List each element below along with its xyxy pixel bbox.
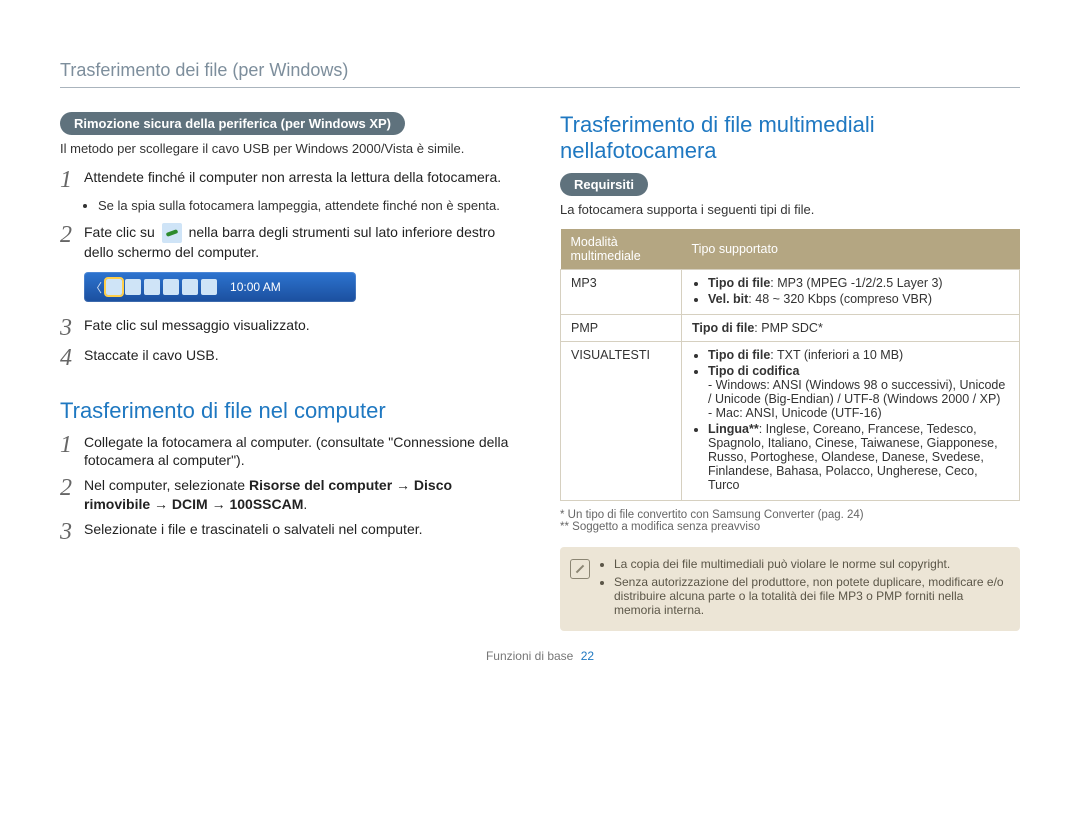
encoding-mac: - Mac: ANSI, Unicode (UTF-16) [708,406,1009,420]
step-text: Collegate la fotocamera al computer. (co… [84,433,520,471]
label: Tipo di file [708,276,770,290]
mode-cell: MP3 [561,269,682,314]
step-number: 3 [60,520,84,544]
step-2: 2 Fate clic su nella barra degli strumen… [60,223,520,262]
intro-text: La fotocamera supporta i seguenti tipi d… [560,202,1020,217]
step-number: 1 [60,168,84,192]
pc-step-2: 2 Nel computer, selezionate Risorse del … [60,476,520,514]
tray-icon [182,279,198,295]
footnote-2: ** Soggetto a modifica senza preavviso [560,521,1020,533]
label: Lingua** [708,422,759,436]
step-1-bullet: Se la spia sulla fotocamera lampeggia, a… [98,198,520,213]
pill-requirements: Requirsiti [560,173,648,196]
step-2-text-a: Fate clic su [84,224,155,240]
table-row: VISUALTESTI Tipo di file: TXT (inferiori… [561,341,1020,500]
note-bullet: Senza autorizzazione del produttore, non… [614,575,1008,617]
table-row: PMP Tipo di file: PMP SDC* [561,314,1020,341]
pc-step-3: 3 Selezionate i file e trascinateli o sa… [60,520,520,544]
step-text: Selezionate i file e trascinateli o salv… [84,520,520,539]
step-text: Fate clic su nella barra degli strumenti… [84,223,520,262]
step-1-sublist: Se la spia sulla fotocamera lampeggia, a… [84,198,520,213]
value: : PMP SDC* [754,321,823,335]
tray-icon [163,279,179,295]
note-bullet: La copia dei file multimediali può viola… [614,557,1008,571]
tray-icon [201,279,217,295]
note-box: La copia dei file multimediali può viola… [560,547,1020,631]
tray-icon [125,279,141,295]
pill-remove-device: Rimozione sicura della periferica (per W… [60,112,405,135]
value: : TXT (inferiori a 10 MB) [770,348,903,362]
pc-step-1: 1 Collegate la fotocamera al computer. (… [60,433,520,471]
header-rule [60,87,1020,88]
supported-file-types-table: Modalità multimediale Tipo supportato MP… [560,229,1020,501]
table-row: MP3 Tipo di file: MP3 (MPEG -1/2/2.5 Lay… [561,269,1020,314]
safely-remove-hardware-icon [162,223,182,243]
pc-step-2-suffix: . [303,496,307,512]
step-text: Fate clic sul messaggio visualizzato. [84,316,520,335]
page-footer: Funzioni di base 22 [60,649,1020,663]
value: : MP3 (MPEG -1/2/2.5 Layer 3) [770,276,942,290]
section-title-transfer-to-pc: Trasferimento di file nel computer [60,398,520,424]
right-column: Trasferimento di file multimediali nella… [560,112,1020,631]
tray-clock: 10:00 AM [230,280,281,294]
step-text: Staccate il cavo USB. [84,346,520,365]
step-text: Attendete finché il computer non arresta… [84,168,520,187]
label: Tipo di file [692,321,754,335]
type-cell: Tipo di file: MP3 (MPEG -1/2/2.5 Layer 3… [682,269,1020,314]
step-3: 3 Fate clic sul messaggio visualizzato. [60,316,520,340]
safely-remove-hardware-tray-icon [106,279,122,295]
step-number: 2 [60,223,84,247]
footnotes: * Un tipo di file convertito con Samsung… [560,509,1020,533]
left-column: Rimozione sicura della periferica (per W… [60,112,520,631]
step-1: 1 Attendete finché il computer non arres… [60,168,520,192]
mode-cell: PMP [561,314,682,341]
section-title-media-transfer: Trasferimento di file multimediali nella… [560,112,1020,165]
two-column-layout: Rimozione sicura della periferica (per W… [60,112,1020,631]
page-header: Trasferimento dei file (per Windows) [60,60,1020,81]
note-icon [570,559,590,579]
pc-step-2-lead: Nel computer, selezionate [84,477,249,493]
tray-expand-icon: 〈 [90,279,102,296]
table-header-type: Tipo supportato [682,229,1020,270]
label: Vel. bit [708,292,748,306]
type-cell: Tipo di file: PMP SDC* [682,314,1020,341]
step-4: 4 Staccate il cavo USB. [60,346,520,370]
table-header-mode: Modalità multimediale [561,229,682,270]
step-number: 3 [60,316,84,340]
step-number: 4 [60,346,84,370]
label: Tipo di codifica [708,364,799,378]
intro-text: Il metodo per scollegare il cavo USB per… [60,141,520,156]
mode-cell: VISUALTESTI [561,341,682,500]
step-number: 1 [60,433,84,457]
windows-taskbar-tray: 〈 10:00 AM [84,272,356,302]
encoding-windows: - Windows: ANSI (Windows 98 o successivi… [708,378,1009,406]
footnote-1: * Un tipo di file convertito con Samsung… [560,509,1020,521]
label: Tipo di file [708,348,770,362]
step-number: 2 [60,476,84,500]
tray-icon [144,279,160,295]
step-text: Nel computer, selezionate Risorse del co… [84,476,520,514]
value: : 48 ~ 320 Kbps (compreso VBR) [748,292,932,306]
type-cell: Tipo di file: TXT (inferiori a 10 MB) Ti… [682,341,1020,500]
page-number: 22 [581,649,594,663]
footer-section: Funzioni di base [486,649,573,663]
